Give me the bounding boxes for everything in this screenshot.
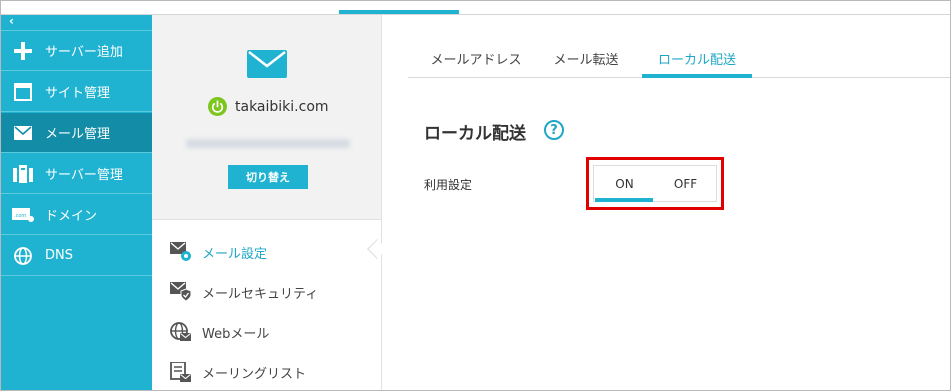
- account-panel: takaibiki.com 切り替え: [152, 15, 382, 220]
- submenu-item-label: Webメール: [202, 326, 270, 342]
- sidebar-item-label: ドメイン: [45, 209, 98, 224]
- mail-settings-icon: [170, 241, 192, 263]
- mail-security-icon: [170, 281, 192, 303]
- top-bar: [1, 1, 950, 15]
- submenu-item-label: メールセキュリティ: [202, 286, 319, 302]
- page-title: ローカル配送: [424, 124, 526, 144]
- svg-text:.com: .com: [14, 213, 26, 219]
- toggle-on-option[interactable]: ON: [594, 166, 655, 202]
- sidebar-item-site-management[interactable]: サイト管理: [1, 72, 152, 112]
- mailing-list-icon: [170, 361, 192, 383]
- setting-label: 利用設定: [424, 178, 473, 192]
- sidebar-item-label: サーバー管理: [45, 168, 123, 183]
- submenu-item-label: メーリングリスト: [202, 366, 307, 382]
- switch-button[interactable]: 切り替え: [228, 165, 308, 189]
- sidebar-item-server-management[interactable]: サーバー管理: [1, 154, 152, 194]
- sidebar-item-add-server[interactable]: サーバー追加: [1, 31, 152, 71]
- submenu-item-mailing-list[interactable]: メーリングリスト: [170, 360, 306, 384]
- account-domain: takaibiki.com: [208, 97, 329, 116]
- envelope-icon: [12, 122, 34, 144]
- top-bar-active-indicator: [339, 10, 459, 14]
- sidebar-item-dns[interactable]: DNS: [1, 236, 152, 276]
- help-icon[interactable]: ?: [544, 120, 564, 140]
- sidebar: ‹ サーバー追加 サイト管理 メール管理 サーバー管理 .com ドメイン DN…: [1, 14, 152, 390]
- tab-mail-forwarding[interactable]: メール転送: [544, 39, 628, 77]
- tab-local-delivery[interactable]: ローカル配送: [642, 39, 752, 78]
- globe-icon: [12, 245, 34, 267]
- sidebar-collapse-button[interactable]: ‹: [1, 14, 152, 31]
- local-delivery-toggle[interactable]: ON OFF: [593, 165, 717, 202]
- sidebar-item-label: サイト管理: [45, 86, 111, 101]
- tab-bar: メールアドレス メール転送 ローカル配送: [408, 39, 950, 78]
- mail-submenu: メール設定 メールセキュリティ Webメール メーリングリスト: [152, 220, 382, 390]
- power-icon: [208, 97, 227, 116]
- toggle-off-option[interactable]: OFF: [655, 166, 716, 201]
- sidebar-item-label: DNS: [45, 248, 73, 263]
- tab-mail-address[interactable]: メールアドレス: [422, 39, 530, 77]
- submenu-item-mail-security[interactable]: メールセキュリティ: [170, 280, 318, 304]
- submenu-item-mail-settings[interactable]: メール設定: [170, 240, 267, 264]
- plus-icon: [12, 40, 34, 62]
- window-icon: [12, 81, 34, 103]
- sidebar-item-mail-management[interactable]: メール管理: [1, 113, 152, 153]
- sidebar-item-label: メール管理: [45, 127, 111, 142]
- chevron-left-icon: ‹: [9, 14, 14, 28]
- domain-icon: .com: [12, 204, 34, 226]
- envelope-icon: [247, 50, 287, 82]
- submenu-item-webmail[interactable]: Webメール: [170, 320, 269, 344]
- sidebar-item-domain[interactable]: .com ドメイン: [1, 195, 152, 235]
- sidebar-item-label: サーバー追加: [45, 45, 123, 60]
- domain-name: takaibiki.com: [235, 98, 329, 115]
- server-icon: [12, 163, 34, 185]
- submenu-item-label: メール設定: [202, 246, 268, 262]
- app-window: ‹ サーバー追加 サイト管理 メール管理 サーバー管理 .com ドメイン DN…: [0, 0, 951, 391]
- webmail-icon: [170, 321, 192, 343]
- redacted-server-info: [186, 139, 350, 148]
